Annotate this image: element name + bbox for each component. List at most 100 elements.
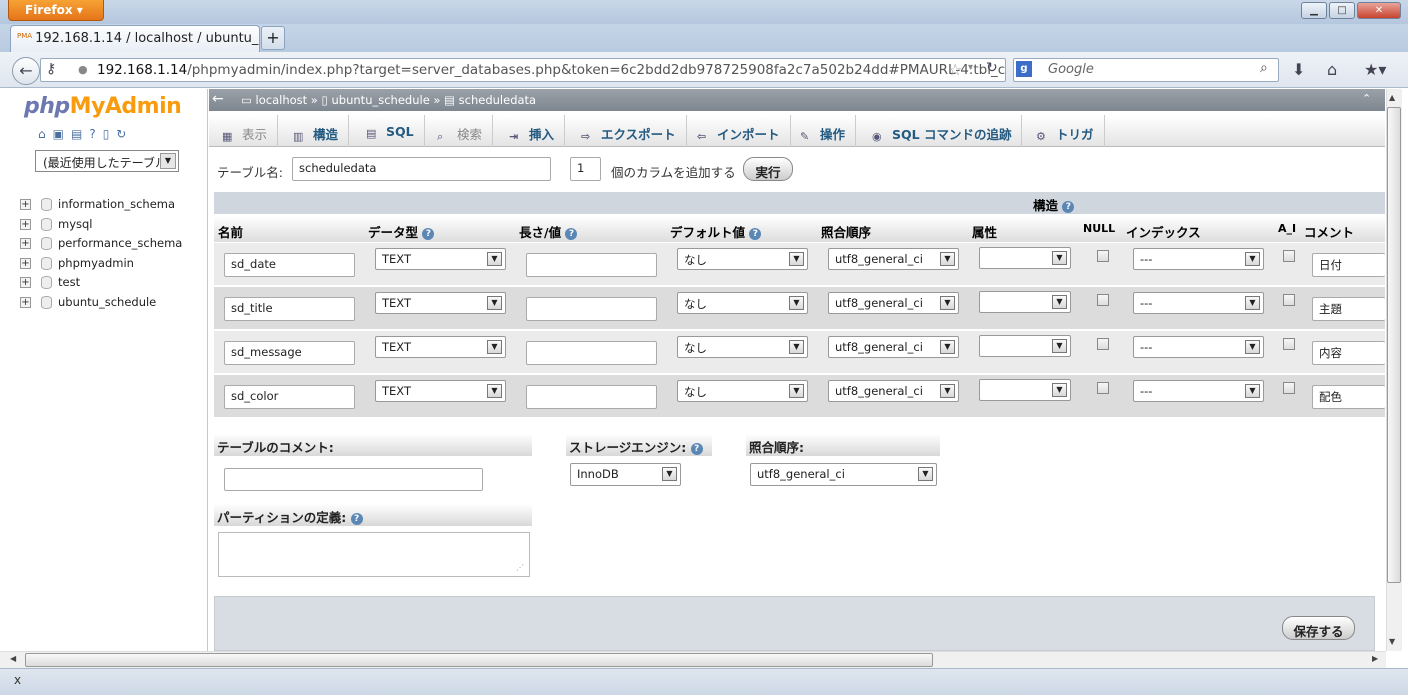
column-collation-select[interactable]: utf8_general_ci ▼ <box>828 336 959 358</box>
sidebar-db-item[interactable]: + test <box>20 275 80 293</box>
scroll-up-icon[interactable]: ▲ <box>1389 93 1395 102</box>
help-icon[interactable]: ? <box>350 512 363 525</box>
column-comment-input[interactable]: 日付 <box>1312 253 1385 277</box>
close-window-button[interactable]: ✕ <box>1357 2 1401 19</box>
column-comment-input[interactable]: 主題 <box>1312 297 1385 321</box>
horizontal-scroll-thumb[interactable] <box>25 653 933 667</box>
scroll-left-icon[interactable]: ◀ <box>10 654 16 663</box>
breadcrumb-table[interactable]: scheduledata <box>459 93 536 107</box>
home-icon[interactable]: ⌂ <box>1327 60 1337 79</box>
collapse-sidebar-icon[interactable]: ← <box>212 91 224 107</box>
column-default-select[interactable]: なし ▼ <box>677 380 808 402</box>
bookmarks-menu-icon[interactable]: ★▾ <box>1364 60 1386 79</box>
column-null-checkbox[interactable] <box>1097 250 1109 262</box>
key-icon[interactable]: ⚷ <box>46 61 56 77</box>
recent-tables-select[interactable]: (最近使用したテーブル ▼ <box>35 150 179 172</box>
column-length-input[interactable] <box>526 341 657 365</box>
logout-icon[interactable]: ▣ <box>53 127 71 141</box>
column-collation-select[interactable]: utf8_general_ci ▼ <box>828 292 959 314</box>
globe-icon[interactable]: ● <box>78 63 88 76</box>
tab-insert[interactable]: ⇥ 挿入 <box>499 115 566 147</box>
sidebar-db-item[interactable]: + information_schema <box>20 197 175 215</box>
column-null-checkbox[interactable] <box>1097 382 1109 394</box>
home-icon[interactable]: ⌂ <box>38 127 53 141</box>
column-name-input[interactable]: sd_color <box>224 385 355 409</box>
url-bar[interactable]: 192.168.1.14/phpmyadmin/index.php?target… <box>40 58 1006 82</box>
go-button[interactable]: 実行 <box>743 157 793 181</box>
expand-icon[interactable]: + <box>20 199 31 210</box>
column-index-select[interactable]: --- ▼ <box>1133 336 1264 358</box>
search-input[interactable]: Google <box>1013 58 1279 82</box>
column-name-input[interactable]: sd_message <box>224 341 355 365</box>
collapse-top-icon[interactable]: ⌃ <box>1362 92 1371 105</box>
new-tab-button[interactable]: + <box>261 26 285 50</box>
tab-triggers[interactable]: ⚙ トリガ <box>1026 115 1105 147</box>
column-index-select[interactable]: --- ▼ <box>1133 248 1264 270</box>
sidebar-db-item[interactable]: + ubuntu_schedule <box>20 295 156 313</box>
column-collation-select[interactable]: utf8_general_ci ▼ <box>828 380 959 402</box>
help-icon[interactable]: ? <box>749 227 762 240</box>
column-index-select[interactable]: --- ▼ <box>1133 380 1264 402</box>
column-attributes-select[interactable]: ▼ <box>979 247 1071 269</box>
tab-sql[interactable]: ▤ SQL <box>356 115 425 147</box>
expand-icon[interactable]: + <box>20 238 31 250</box>
dropdown-icon[interactable]: ▾ <box>968 62 973 73</box>
storage-engine-select[interactable]: InnoDB ▼ <box>570 463 681 486</box>
tab-import[interactable]: ⇦ インポート <box>687 115 791 147</box>
tab-operations[interactable]: ✎ 操作 <box>790 115 857 147</box>
breadcrumb-server[interactable]: localhost <box>256 93 308 107</box>
tab-search[interactable]: ⌕ 検索 <box>427 115 494 147</box>
browser-tab[interactable]: PMA 192.168.1.14 / localhost / ubuntu_..… <box>10 25 260 52</box>
column-index-select[interactable]: --- ▼ <box>1133 292 1264 314</box>
reload-icon[interactable]: ↻ <box>116 127 133 141</box>
phpmyadmin-logo[interactable]: phpMyAdmin <box>24 94 182 119</box>
column-null-checkbox[interactable] <box>1097 338 1109 350</box>
help-icon[interactable]: ? <box>1062 200 1075 213</box>
column-ai-checkbox[interactable] <box>1283 382 1295 394</box>
scroll-down-icon[interactable]: ▼ <box>1389 637 1395 646</box>
column-length-input[interactable] <box>526 253 657 277</box>
help-icon[interactable]: ? <box>422 227 435 240</box>
sidebar-db-item[interactable]: + performance_schema <box>20 236 182 254</box>
column-name-input[interactable]: sd_date <box>224 253 355 277</box>
column-type-select[interactable]: TEXT ▼ <box>375 380 506 402</box>
tab-browse[interactable]: ▦ 表示 <box>212 115 279 147</box>
bookmark-star-icon[interactable]: ☆ <box>948 60 962 79</box>
resize-grip-icon[interactable]: ⋰ <box>516 563 524 572</box>
expand-icon[interactable]: + <box>20 218 31 230</box>
table-collation-select[interactable]: utf8_general_ci ▼ <box>750 463 937 486</box>
column-comment-input[interactable]: 内容 <box>1312 341 1385 365</box>
firefox-menu-button[interactable]: Firefox ▾ <box>8 0 104 21</box>
sidebar-db-item[interactable]: + mysql <box>20 217 93 235</box>
column-attributes-select[interactable]: ▼ <box>979 335 1071 357</box>
column-type-select[interactable]: TEXT ▼ <box>375 292 506 314</box>
column-type-select[interactable]: TEXT ▼ <box>375 336 506 358</box>
column-default-select[interactable]: なし ▼ <box>677 292 808 314</box>
column-type-select[interactable]: TEXT ▼ <box>375 248 506 270</box>
minimize-button[interactable]: ▁ <box>1301 2 1327 19</box>
back-button[interactable]: ← <box>12 57 40 85</box>
column-comment-input[interactable]: 配色 <box>1312 385 1385 409</box>
table-comment-input[interactable] <box>224 468 483 491</box>
column-length-input[interactable] <box>526 297 657 321</box>
reload-icon[interactable]: ↻ <box>986 60 998 76</box>
search-magnifier-icon[interactable]: ⌕ <box>1260 60 1268 76</box>
vertical-scroll-thumb[interactable] <box>1387 107 1401 583</box>
tab-structure[interactable]: ▥ 構造 <box>283 115 350 147</box>
close-statusbar-icon[interactable]: x <box>14 673 21 687</box>
sidebar-db-item[interactable]: + phpmyadmin <box>20 256 134 274</box>
column-attributes-select[interactable]: ▼ <box>979 291 1071 313</box>
breadcrumb-database[interactable]: ubuntu_schedule <box>332 93 430 107</box>
expand-icon[interactable]: + <box>20 297 31 308</box>
help-icon[interactable]: ? <box>690 442 703 455</box>
column-ai-checkbox[interactable] <box>1283 338 1295 350</box>
maximize-button[interactable]: □ <box>1329 2 1355 19</box>
column-length-input[interactable] <box>526 385 657 409</box>
docs-icon[interactable]: ▯ <box>103 127 117 141</box>
column-default-select[interactable]: なし ▼ <box>677 248 808 270</box>
expand-icon[interactable]: + <box>20 277 31 289</box>
query-window-icon[interactable]: ▤ <box>71 127 89 141</box>
save-button[interactable]: 保存する <box>1282 616 1355 640</box>
scroll-right-icon[interactable]: ▶ <box>1372 654 1378 663</box>
expand-icon[interactable]: + <box>20 257 31 269</box>
